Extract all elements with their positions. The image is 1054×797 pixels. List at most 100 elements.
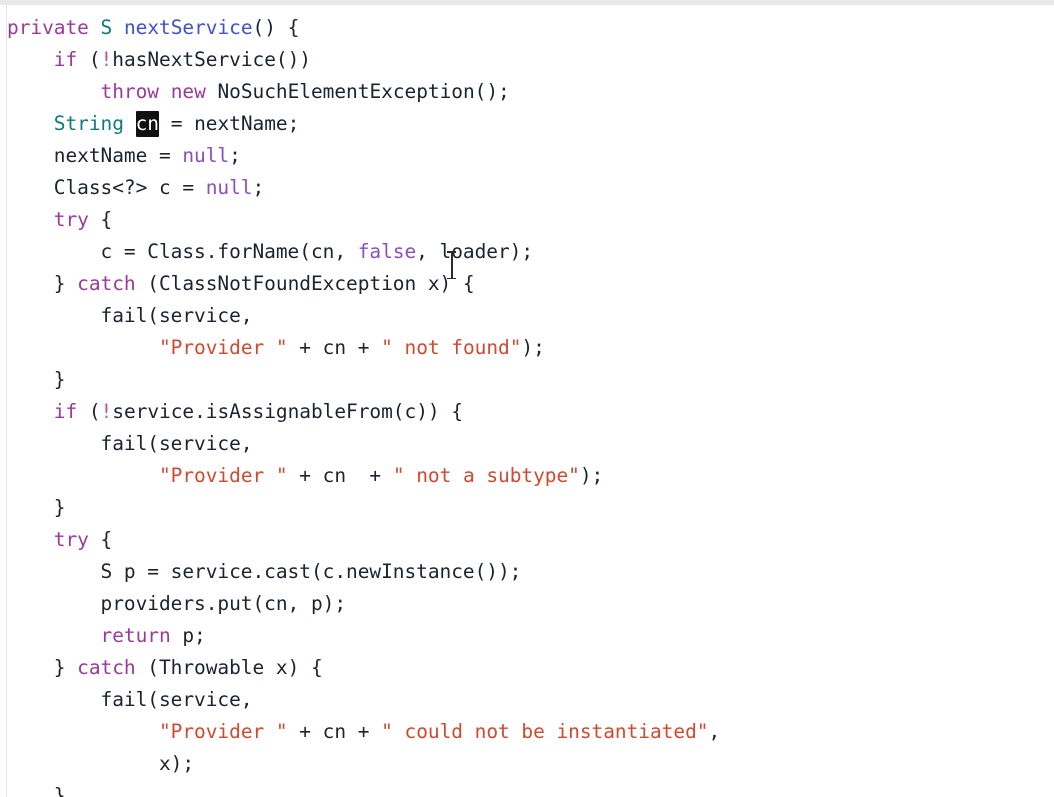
code-token: " could not be instantiated" [381,720,709,743]
source-code-block[interactable]: private S nextService() { if (!hasNextSe… [7,12,720,797]
code-token: " not found" [381,336,522,359]
code-token: { [88,208,113,231]
code-line[interactable]: try { [7,204,720,236]
code-token: + [346,336,382,359]
code-line[interactable]: return p; [7,620,720,652]
code-token: false [357,240,417,263]
code-line[interactable]: fail(service, [7,428,720,460]
code-token: + [287,464,323,487]
code-token: ( [77,48,101,71]
code-token: { [88,528,113,551]
code-line[interactable]: "Provider " + cn + " could not be instan… [7,716,720,748]
code-token: ); [579,464,604,487]
code-token: fail(service, [7,688,253,711]
code-token: S p = service.cast(c.newInstance()); [7,560,522,583]
code-token: new [170,80,206,103]
code-token: nextService [123,16,253,39]
code-token: cn [322,464,347,487]
selected-identifier[interactable]: cn [135,111,159,137]
code-token: fail(service, [7,432,253,455]
code-token: try [53,208,89,231]
code-token: p; [170,624,206,647]
code-token: ! [100,48,113,71]
code-token: cn [322,720,347,743]
code-line[interactable]: fail(service, [7,684,720,716]
code-line[interactable]: private S nextService() { [7,12,720,44]
code-token: return [100,624,171,647]
code-token: "Provider " [158,336,288,359]
code-token: hasNextService()) [112,48,311,71]
code-token: ); [521,336,545,359]
code-token: throw [100,80,160,103]
code-token: catch [77,272,136,295]
code-line[interactable]: if (!service.isAssignableFrom(c)) { [7,396,720,428]
code-token: ( [77,400,101,423]
code-line[interactable]: "Provider " + cn + " not found"); [7,332,720,364]
code-line[interactable]: "Provider " + cn + " not a subtype"); [7,460,720,492]
code-token: String [53,112,124,135]
code-token: } [7,368,66,391]
code-token: (ClassNotFoundException x) { [135,272,475,295]
code-token: + [346,720,382,743]
code-line[interactable]: String cn = nextName; [7,108,720,140]
code-token: service.isAssignableFrom(c)) { [112,400,463,423]
code-line[interactable]: } catch (Throwable x) { [7,652,720,684]
code-token: + [287,720,323,743]
code-line[interactable]: try { [7,524,720,556]
code-token: ; [252,176,265,199]
code-line[interactable]: Class<?> c = null; [7,172,720,204]
code-token: , [708,720,721,743]
code-token: cn [322,336,347,359]
code-token: (); [474,80,510,103]
code-line[interactable]: S p = service.cast(c.newInstance()); [7,556,720,588]
code-token: NoSuchElementException [217,80,475,103]
code-line[interactable]: } [7,780,720,797]
code-token: if [53,400,78,423]
code-line[interactable]: } [7,492,720,524]
code-line[interactable]: x); [7,748,720,780]
code-token: nextName = [7,144,183,167]
code-token: x); [7,752,195,775]
code-token: private [7,16,89,39]
code-token: try [53,528,89,551]
code-token: ! [100,400,113,423]
code-token: } [7,272,78,295]
code-token: catch [77,656,136,679]
code-token: fail(service, [7,304,253,327]
code-token: } [7,496,66,519]
code-editor-surface[interactable]: private S nextService() { if (!hasNextSe… [7,5,1054,797]
code-line[interactable]: } [7,364,720,396]
code-line[interactable]: } catch (ClassNotFoundException x) { [7,268,720,300]
code-token: + [346,464,393,487]
code-token: if [53,48,78,71]
code-line[interactable]: fail(service, [7,300,720,332]
code-token: } [7,784,66,797]
code-token: + [287,336,323,359]
code-line[interactable]: if (!hasNextService()) [7,44,720,76]
code-viewer-window: private S nextService() { if (!hasNextSe… [0,0,1054,797]
code-token: providers.put(cn, p); [7,592,347,615]
code-token: () { [252,16,300,39]
code-token: Class<?> c = [7,176,206,199]
code-token: } [7,656,78,679]
code-token: null [205,176,253,199]
code-line[interactable]: throw new NoSuchElementException(); [7,76,720,108]
code-line[interactable]: nextName = null; [7,140,720,172]
code-token: "Provider " [158,720,288,743]
code-line[interactable]: c = Class.forName(cn, false, loader); [7,236,720,268]
code-line[interactable]: providers.put(cn, p); [7,588,720,620]
code-token: c = Class.forName(cn, [7,240,358,263]
